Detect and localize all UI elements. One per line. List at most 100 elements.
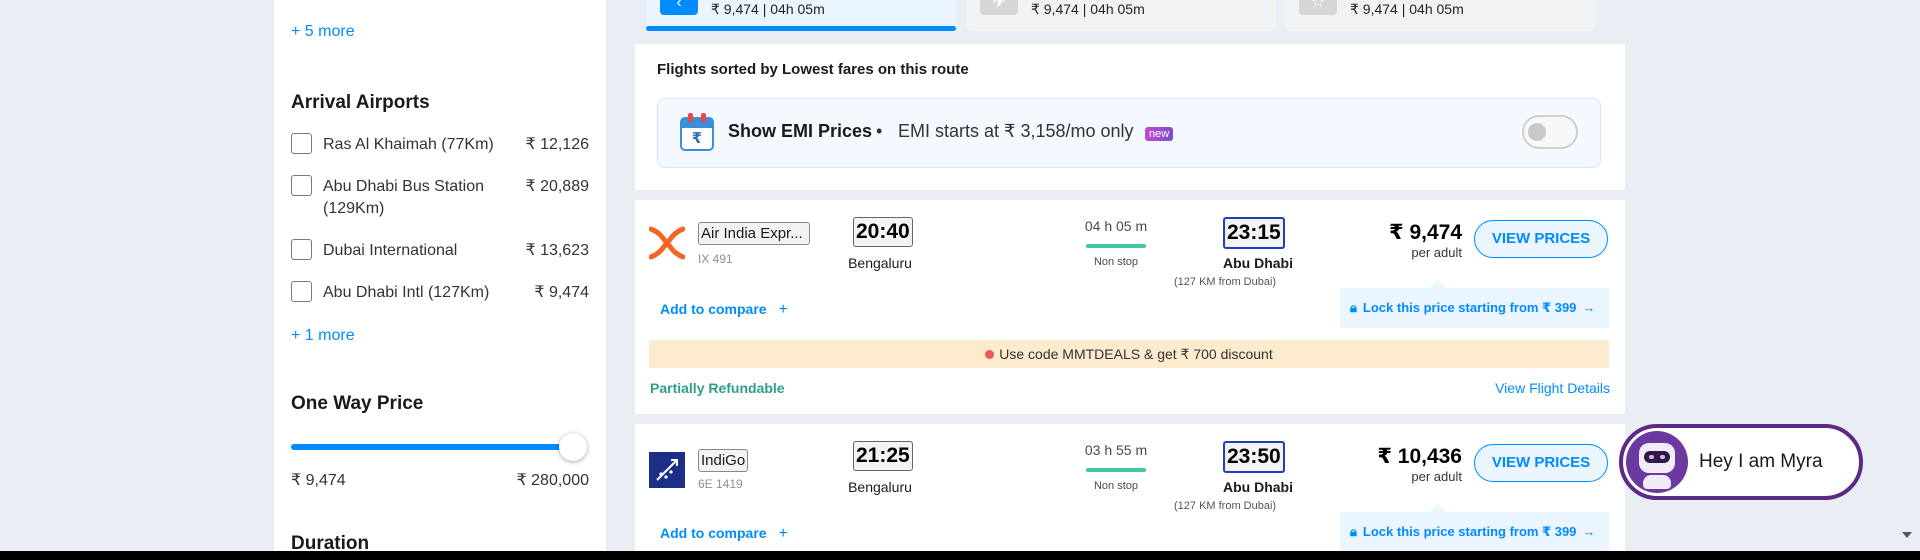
airport-name: Ras Al Khaimah (77Km)	[323, 136, 494, 153]
chat-greeting: Hey I am Myra	[1699, 451, 1823, 472]
price-max-label: ₹ 280,000	[516, 472, 589, 489]
flight-code: 6E 1419	[698, 477, 743, 491]
add-to-compare-label: Add to compare	[660, 525, 767, 541]
departure-city: Bengaluru	[848, 479, 912, 495]
arrow-right-icon: →	[1582, 524, 1596, 539]
per-adult-label: per adult	[1411, 245, 1462, 260]
per-adult-label: per adult	[1411, 469, 1462, 484]
airport-filter-ras-al-khaimah[interactable]: Ras Al Khaimah (77Km) ₹ 12,126	[291, 132, 589, 156]
lock-price-banner[interactable]: 🔒︎ Lock this price starting from ₹ 399 →	[1340, 280, 1609, 328]
emi-banner: ₹ Show EMI Prices • EMI starts at ₹ 3,15…	[657, 98, 1601, 168]
arrival-airports-title: Arrival Airports	[291, 92, 430, 113]
airport-filter-abu-dhabi-intl[interactable]: Abu Dhabi Intl (127Km) ₹ 9,474	[291, 280, 589, 304]
emi-title: Show EMI Prices	[728, 121, 873, 141]
flight-price: ₹ 9,474	[1389, 221, 1462, 244]
airport-name: Abu Dhabi Bus Station (129Km)	[323, 178, 484, 217]
airport-price: ₹ 9,474	[534, 284, 589, 301]
add-to-compare-label: Add to compare	[660, 301, 767, 317]
airline-name: Air India Expr...	[698, 222, 810, 245]
sort-title: Flights sorted by Lowest fares on this r…	[657, 61, 969, 78]
checkbox[interactable]	[291, 133, 312, 154]
deal-dot-icon	[985, 350, 995, 359]
airport-price: ₹ 12,126	[525, 136, 589, 153]
arrival-city-note: (127 KM from Dubai)	[1174, 500, 1277, 512]
calendar-rupee-icon: ₹	[680, 113, 714, 151]
lock-price-text: Lock this price starting from ₹ 399	[1362, 300, 1577, 315]
departure-time: 20:40	[853, 217, 913, 247]
duration-line	[1086, 468, 1146, 472]
star-icon: ☆	[1299, 0, 1337, 15]
indigo-logo-icon	[649, 452, 685, 488]
filter-sidebar: + 5 more Arrival Airports Ras Al Khaimah…	[274, 0, 606, 554]
bottom-edge	[0, 551, 1920, 560]
airport-name: Abu Dhabi Intl (127Km)	[323, 284, 490, 301]
scroll-down-icon[interactable]	[1902, 532, 1912, 538]
arrow-right-icon: →	[1582, 300, 1596, 315]
price-slider-handle[interactable]	[559, 433, 587, 461]
airport-name: Dubai International	[323, 242, 458, 259]
view-prices-button[interactable]: VIEW PRICES	[1474, 220, 1608, 258]
price-slider-fill	[291, 444, 573, 450]
lock-icon: 🔒︎	[1350, 524, 1357, 539]
new-badge: new	[1145, 127, 1174, 141]
flight-card: Air India Expr... IX 491 20:40 Bengaluru…	[635, 200, 1625, 414]
flight-duration: 04 h 05 m	[1084, 218, 1148, 234]
view-prices-button[interactable]: VIEW PRICES	[1474, 444, 1608, 482]
view-flight-details-link[interactable]: View Flight Details	[1495, 380, 1610, 396]
air-india-express-logo-icon	[649, 226, 685, 260]
arrival-city: Abu Dhabi	[1223, 479, 1293, 495]
plane-icon: ✈	[980, 0, 1018, 15]
flight-duration: 03 h 55 m	[1084, 442, 1148, 458]
price-slider-track[interactable]	[291, 433, 587, 461]
arrival-city-note: (127 KM from Dubai)	[1174, 276, 1277, 288]
airport-price: ₹ 20,889	[525, 178, 589, 195]
refundable-status: Partially Refundable	[650, 380, 785, 396]
arrow-left-icon: ‹	[660, 0, 698, 15]
date-tab-fare: ₹ 9,474 | 04h 05m	[1031, 1, 1145, 17]
airline-name: IndiGo	[698, 449, 749, 472]
flight-card: IndiGo 6E 1419 21:25 Bengaluru 03 h 55 m…	[635, 424, 1625, 552]
plus-icon: +	[778, 301, 788, 318]
add-to-compare-link[interactable]: Add to compare +	[660, 525, 788, 543]
checkbox[interactable]	[291, 239, 312, 260]
date-tab-1[interactable]: ‹ ₹ 9,474 | 04h 05m	[646, 0, 956, 31]
active-tab-indicator	[646, 26, 956, 31]
stops-label: Non stop	[1093, 256, 1139, 268]
price-min-label: ₹ 9,474	[291, 472, 346, 489]
arrival-time: 23:50	[1223, 441, 1285, 473]
lock-icon: 🔒︎	[1350, 300, 1357, 315]
toggle-knob	[1528, 123, 1546, 141]
departure-city: Bengaluru	[848, 255, 912, 271]
arrival-city: Abu Dhabi	[1223, 255, 1293, 271]
deal-text: Use code MMTDEALS & get ₹ 700 discount	[999, 346, 1273, 362]
departure-time: 21:25	[853, 441, 913, 471]
myra-chat-button[interactable]: Hey I am Myra	[1619, 424, 1863, 500]
emi-toggle[interactable]	[1522, 115, 1578, 149]
stops-label: Non stop	[1093, 480, 1139, 492]
checkbox[interactable]	[291, 175, 312, 196]
lock-price-banner[interactable]: 🔒︎ Lock this price starting from ₹ 399 →	[1340, 504, 1609, 552]
sort-section: Flights sorted by Lowest fares on this r…	[635, 44, 1625, 190]
lock-price-text: Lock this price starting from ₹ 399	[1362, 524, 1577, 539]
deal-banner: Use code MMTDEALS & get ₹ 700 discount	[649, 340, 1609, 368]
flight-price: ₹ 10,436	[1377, 445, 1462, 468]
duration-line	[1086, 244, 1146, 248]
date-tab-fare: ₹ 9,474 | 04h 05m	[711, 1, 825, 17]
checkbox[interactable]	[291, 281, 312, 302]
flight-code: IX 491	[698, 252, 733, 266]
date-tab-3[interactable]: ☆ ₹ 9,474 | 04h 05m	[1285, 0, 1595, 31]
results-column: ‹ ₹ 9,474 | 04h 05m ✈ ₹ 9,474 | 04h 05m …	[635, 0, 1625, 552]
date-tab-2[interactable]: ✈ ₹ 9,474 | 04h 05m	[966, 0, 1276, 31]
airport-price: ₹ 13,623	[525, 242, 589, 259]
airport-filter-abu-dhabi-bus-station[interactable]: Abu Dhabi Bus Station (129Km) ₹ 20,889	[291, 174, 589, 220]
more-airports-link[interactable]: + 1 more	[291, 327, 355, 345]
robot-avatar-icon	[1626, 431, 1688, 493]
emi-separator: •	[876, 121, 883, 141]
arrival-time: 23:15	[1223, 217, 1285, 249]
airport-filter-dubai-international[interactable]: Dubai International ₹ 13,623	[291, 238, 589, 262]
plus-icon: +	[778, 525, 788, 542]
one-way-price-title: One Way Price	[291, 393, 424, 414]
emi-subtitle: EMI starts at ₹ 3,158/mo only	[898, 121, 1134, 141]
more-filters-link[interactable]: + 5 more	[291, 23, 355, 41]
add-to-compare-link[interactable]: Add to compare +	[660, 301, 788, 319]
